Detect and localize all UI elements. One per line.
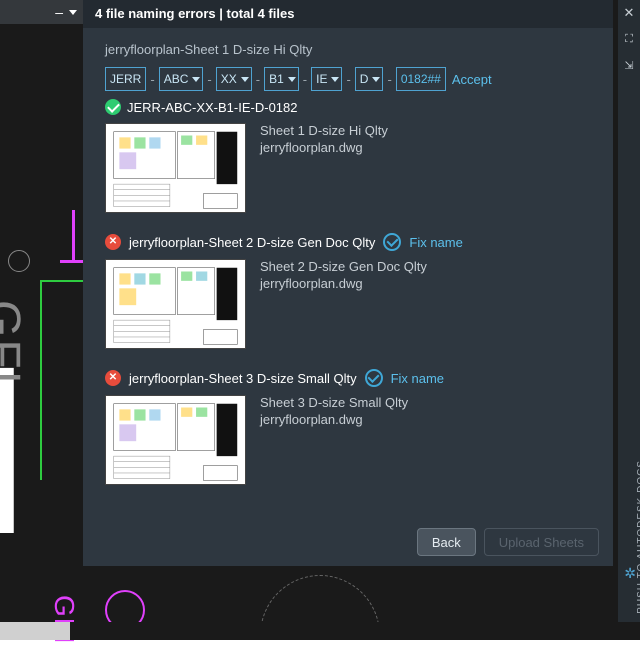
sheet-thumbnail[interactable]: [105, 123, 246, 213]
minimize-icon[interactable]: –: [55, 4, 63, 20]
error-icon: [105, 370, 121, 386]
sheet-thumbnail[interactable]: [105, 259, 246, 349]
upload-sheets-button: Upload Sheets: [484, 528, 599, 556]
app-topbar: –: [0, 0, 83, 24]
chevron-down-icon: [372, 77, 380, 82]
seg-number[interactable]: 0182##: [396, 67, 446, 91]
error-row-2: jerryfloorplan-Sheet 2 D-size Gen Doc Ql…: [105, 233, 591, 251]
sheet-label: Sheet 2 D-size Gen Doc Qlty: [260, 259, 427, 274]
sheet-file: jerryfloorplan.dwg: [260, 412, 408, 427]
seg-level[interactable]: B1: [264, 67, 299, 91]
expand-icon[interactable]: ⛶: [618, 26, 640, 52]
close-icon[interactable]: ✕: [618, 0, 640, 26]
sheet-thumbnail[interactable]: [105, 395, 246, 485]
error-name: jerryfloorplan-Sheet 3 D-size Small Qlty: [129, 371, 357, 386]
bg-text-gfi: GFI: [0, 300, 30, 386]
seg-project[interactable]: JERR: [105, 67, 146, 91]
back-button[interactable]: Back: [417, 528, 476, 556]
refresh-icon[interactable]: ✲: [624, 565, 636, 582]
seg-originator[interactable]: ABC: [159, 67, 204, 91]
collapse-icon[interactable]: ⇲: [618, 52, 640, 78]
check-icon: [105, 99, 121, 115]
chevron-down-icon: [331, 77, 339, 82]
chevron-down-icon: [192, 77, 200, 82]
panel-footer: Back Upload Sheets: [417, 528, 599, 556]
chevron-down-icon: [288, 77, 296, 82]
naming-segments: JERR - ABC - XX - B1 - IE - D - 0182## A…: [105, 67, 591, 91]
sheet-row-2: Sheet 2 D-size Gen Doc Qlty jerryfloorpl…: [105, 259, 591, 349]
fix-check-icon: [383, 233, 401, 251]
bottom-strip: [0, 622, 640, 640]
fix-name-link[interactable]: Fix name: [409, 235, 462, 250]
resolved-row: JERR-ABC-XX-B1-IE-D-0182: [105, 99, 591, 115]
sheet-file: jerryfloorplan.dwg: [260, 276, 427, 291]
error-name: jerryfloorplan-Sheet 2 D-size Gen Doc Ql…: [129, 235, 375, 250]
sheet-row-1: Sheet 1 D-size Hi Qlty jerryfloorplan.dw…: [105, 123, 591, 213]
panel-body: jerryfloorplan-Sheet 1 D-size Hi Qlty JE…: [83, 28, 613, 518]
panel-title: 4 file naming errors | total 4 files: [83, 0, 613, 28]
error-icon: [105, 234, 121, 250]
fix-check-icon: [365, 369, 383, 387]
dropdown-icon[interactable]: [69, 10, 77, 15]
sheet-label: Sheet 3 D-size Small Qlty: [260, 395, 408, 410]
seg-type[interactable]: IE: [311, 67, 342, 91]
sheet-original-name: jerryfloorplan-Sheet 1 D-size Hi Qlty: [105, 42, 591, 57]
right-sidebar: ✕ ⛶ ⇲ PUSH TO AUTODESK DOCS ✲: [618, 0, 640, 640]
resolved-name: JERR-ABC-XX-B1-IE-D-0182: [127, 100, 298, 115]
seg-role[interactable]: D: [355, 67, 384, 91]
fix-name-link[interactable]: Fix name: [391, 371, 444, 386]
sheet-row-3: Sheet 3 D-size Small Qlty jerryfloorplan…: [105, 395, 591, 485]
sheet-file: jerryfloorplan.dwg: [260, 140, 388, 155]
sidebar-label[interactable]: PUSH TO AUTODESK DOCS: [636, 460, 640, 614]
sheet-label: Sheet 1 D-size Hi Qlty: [260, 123, 388, 138]
accept-link[interactable]: Accept: [452, 72, 492, 87]
error-row-3: jerryfloorplan-Sheet 3 D-size Small Qlty…: [105, 369, 591, 387]
seg-volume[interactable]: XX: [216, 67, 252, 91]
chevron-down-icon: [241, 77, 249, 82]
bottom-tab[interactable]: [0, 622, 70, 640]
naming-errors-panel: 4 file naming errors | total 4 files jer…: [83, 0, 613, 566]
